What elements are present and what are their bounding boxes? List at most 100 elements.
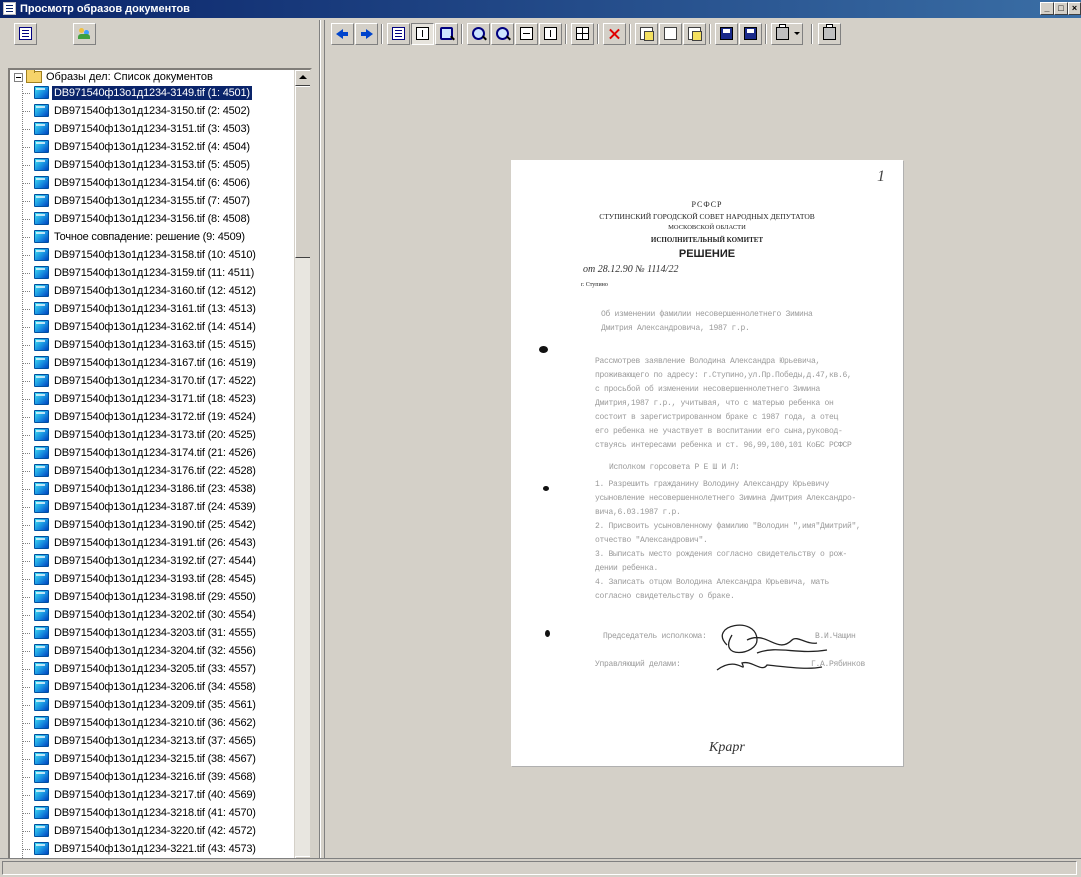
image-document-icon bbox=[34, 374, 49, 387]
document-text-line: проживающего по адресу: г.Ступино,ул.Пр.… bbox=[595, 371, 852, 380]
handwritten-signature bbox=[716, 624, 828, 671]
save-button[interactable] bbox=[715, 23, 738, 45]
fit-page-button[interactable] bbox=[571, 23, 594, 45]
secretary-label: Управляющий делами: bbox=[595, 660, 681, 669]
document-text-line: отчество "Александрович". bbox=[595, 536, 708, 545]
single-page-button[interactable] bbox=[659, 23, 682, 45]
tree-item-label: DB971540ф13о1д1234-3206.tif (34: 4558) bbox=[54, 681, 256, 693]
tree-item-label: DB971540ф13о1д1234-3193.tif (28: 4545) bbox=[54, 573, 256, 585]
tree-item-label: DB971540ф13о1д1234-3154.tif (6: 4506) bbox=[54, 177, 250, 189]
image-document-icon bbox=[34, 338, 49, 351]
image-document-icon bbox=[34, 716, 49, 729]
tree-connector bbox=[22, 849, 30, 850]
tree-item-label: DB971540ф13о1д1234-3163.tif (15: 4515) bbox=[54, 339, 256, 351]
toolbar-separator bbox=[709, 24, 711, 44]
image-document-icon bbox=[34, 626, 49, 639]
arrow-right-icon bbox=[360, 27, 373, 40]
zoom-in-button[interactable] bbox=[467, 23, 490, 45]
fit-height-button[interactable] bbox=[539, 23, 562, 45]
tree-item-label: DB971540ф13о1д1234-3156.tif (8: 4508) bbox=[54, 213, 250, 225]
document-text-line: дении ребенка. bbox=[595, 564, 659, 573]
tree-item-label: DB971540ф13о1д1234-3150.tif (2: 4502) bbox=[54, 105, 250, 117]
maximize-button[interactable]: □ bbox=[1054, 2, 1068, 15]
delete-button[interactable] bbox=[603, 23, 626, 45]
save-all-button[interactable] bbox=[739, 23, 762, 45]
tree-item-label: DB971540ф13о1д1234-3190.tif (25: 4542) bbox=[54, 519, 256, 531]
details-button[interactable] bbox=[411, 23, 434, 45]
tree-item-label: DB971540ф13о1д1234-3160.tif (12: 4512) bbox=[54, 285, 256, 297]
image-document-icon bbox=[34, 464, 49, 477]
tree-view-button[interactable] bbox=[14, 23, 37, 45]
status-bar bbox=[0, 858, 1081, 877]
document-tree-panel: Образы дел: Список документов DB971540ф1… bbox=[0, 20, 320, 874]
document-text-line: с просьбой об изменении несовершеннолетн… bbox=[595, 385, 821, 394]
previous-page-button[interactable] bbox=[331, 23, 354, 45]
scroll-up-button[interactable] bbox=[295, 70, 310, 86]
tree-connector bbox=[22, 705, 30, 706]
close-button[interactable]: × bbox=[1068, 2, 1081, 15]
image-document-icon bbox=[34, 644, 49, 657]
tree-connector bbox=[22, 507, 30, 508]
image-document-icon bbox=[34, 500, 49, 513]
header-rsfsr: РСФСР bbox=[691, 200, 723, 209]
tree-root-label: Образы дел: Список документов bbox=[46, 71, 213, 83]
tree-item-label: DB971540ф13о1д1234-3191.tif (26: 4543) bbox=[54, 537, 256, 549]
chairman-label: Председатель исполкома: bbox=[603, 632, 707, 641]
collapse-icon[interactable] bbox=[14, 73, 23, 82]
tree-connector bbox=[22, 147, 30, 148]
tree-item-label: DB971540ф13о1д1234-3152.tif (4: 4504) bbox=[54, 141, 250, 153]
zoom-out-button[interactable] bbox=[491, 23, 514, 45]
fit-height-icon bbox=[544, 27, 557, 40]
tree-connector bbox=[22, 471, 30, 472]
toolbar-separator bbox=[381, 24, 383, 44]
image-document-icon bbox=[34, 680, 49, 693]
image-document-icon bbox=[34, 428, 49, 441]
image-document-icon bbox=[34, 104, 49, 117]
document-text-line: вича,6.03.1987 г.р. bbox=[595, 508, 681, 517]
header-committee: ИСПОЛНИТЕЛЬНЫЙ КОМИТЕТ bbox=[650, 236, 764, 244]
image-document-icon bbox=[34, 158, 49, 171]
tree-item-label: DB971540ф13о1д1234-3204.tif (32: 4556) bbox=[54, 645, 256, 657]
tree-connector bbox=[22, 759, 30, 760]
dropdown-arrow-icon bbox=[794, 32, 800, 35]
tree-item-label: DB971540ф13о1д1234-3187.tif (24: 4539) bbox=[54, 501, 256, 513]
tree-connector bbox=[22, 633, 30, 634]
multi-page-button[interactable] bbox=[683, 23, 706, 45]
image-document-icon bbox=[34, 446, 49, 459]
image-viewer-panel: 1 РСФСР СТУПИНСКИЙ ГОРОДСКОЙ СОВЕТ НАРОД… bbox=[324, 20, 1081, 858]
document-title: РЕШЕНИЕ bbox=[678, 248, 736, 260]
status-pane bbox=[2, 861, 1077, 875]
document-tree[interactable]: Образы дел: Список документов DB971540ф1… bbox=[8, 68, 312, 874]
image-document-icon bbox=[34, 122, 49, 135]
header-council: СТУПИНСКИЙ ГОРОДСКОЙ СОВЕТ НАРОДНЫХ ДЕПУ… bbox=[599, 212, 815, 221]
tree-item-label: DB971540ф13о1д1234-3162.tif (14: 4514) bbox=[54, 321, 256, 333]
rotate-button[interactable] bbox=[635, 23, 658, 45]
tree-item-label: DB971540ф13о1д1234-3218.tif (41: 4570) bbox=[54, 807, 256, 819]
print-preview-icon bbox=[823, 24, 836, 40]
image-document-icon bbox=[34, 194, 49, 207]
tree-item-label: DB971540ф13о1д1234-3159.tif (11: 4511) bbox=[54, 267, 255, 279]
document-image[interactable]: 1 РСФСР СТУПИНСКИЙ ГОРОДСКОЙ СОВЕТ НАРОД… bbox=[511, 160, 903, 766]
next-page-button[interactable] bbox=[355, 23, 378, 45]
multi-page-icon bbox=[688, 27, 702, 41]
print-preview-button[interactable] bbox=[818, 23, 841, 45]
document-text-line: Дмитрия,1987 г.р., учитывая, что с матер… bbox=[595, 399, 834, 408]
fit-width-icon bbox=[520, 27, 533, 40]
scroll-thumb[interactable] bbox=[295, 86, 310, 258]
toolbar-separator bbox=[565, 24, 567, 44]
filter-button[interactable] bbox=[435, 23, 458, 45]
tree-item-label: DB971540ф13о1д1234-3149.tif (1: 4501) bbox=[51, 85, 253, 101]
tree-scrollbar[interactable] bbox=[294, 70, 310, 872]
fit-width-button[interactable] bbox=[515, 23, 538, 45]
tree-item-label: DB971540ф13о1д1234-3215.tif (38: 4567) bbox=[54, 753, 256, 765]
image-document-icon bbox=[34, 176, 49, 189]
thumbnails-button[interactable] bbox=[387, 23, 410, 45]
image-document-icon bbox=[34, 320, 49, 333]
tree-item-label: DB971540ф13о1д1234-3173.tif (20: 4525) bbox=[54, 429, 256, 441]
users-button[interactable] bbox=[73, 23, 96, 45]
print-button[interactable] bbox=[771, 23, 803, 45]
document-text-line: 3. Выписать место рождения согласно свид… bbox=[595, 550, 848, 559]
minimize-button[interactable]: _ bbox=[1040, 2, 1054, 15]
ink-blot bbox=[543, 486, 549, 491]
tree-item-label: DB971540ф13о1д1234-3167.tif (16: 4519) bbox=[54, 357, 256, 369]
